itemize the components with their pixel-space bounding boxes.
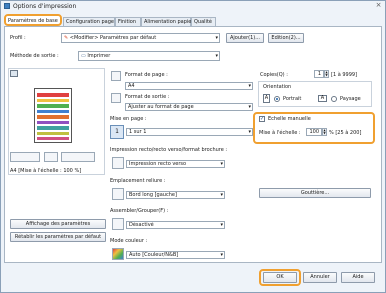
output-format-label: Format de sortie :	[125, 94, 170, 100]
tab-quality[interactable]: Qualité	[191, 17, 216, 26]
profile-label: Profil :	[10, 35, 26, 41]
chevron-down-icon: ▾	[215, 53, 218, 59]
tab-basic-settings[interactable]: Paramètres de base	[4, 14, 62, 26]
layout-icon: 1	[110, 125, 124, 139]
edit-profile-button[interactable]: Edition(2)...	[268, 33, 304, 43]
preview-punch-icon[interactable]	[44, 152, 58, 162]
landscape-radio[interactable]	[331, 96, 337, 102]
page-size-icon	[111, 71, 121, 81]
chevron-down-icon: ▾	[248, 104, 251, 110]
orientation-label: Orientation	[263, 84, 292, 90]
gutter-button[interactable]: Gouttière...	[259, 188, 371, 198]
landscape-label: Paysage	[340, 96, 361, 102]
chevron-down-icon: ▾	[220, 222, 223, 228]
tab-paper-source[interactable]: Alimentation papier	[141, 17, 193, 26]
printer-app-icon	[4, 3, 10, 9]
help-button[interactable]: Aide	[341, 272, 375, 283]
portrait-icon: A	[263, 94, 270, 103]
page-format-value: A4	[128, 83, 135, 89]
layout-label: Mise en page :	[110, 116, 147, 122]
manual-scale-label: Echelle manuelle	[268, 116, 311, 122]
duplex-select[interactable]: Impression recto verso ▾	[126, 160, 225, 168]
page-format-select[interactable]: A4 ▾	[125, 82, 253, 90]
scale-range: % [25 à 200]	[329, 130, 362, 136]
output-method-select[interactable]: ▭ Imprimer ▾	[78, 51, 220, 61]
scale-label: Mise à l'échelle :	[259, 130, 301, 136]
cancel-button[interactable]: Annuler	[303, 272, 337, 283]
duplex-label: Impression recto/recto verso/format broc…	[110, 147, 228, 153]
printer-icon: ▭	[81, 53, 86, 59]
layout-select[interactable]: 1 sur 1 ▾	[126, 128, 253, 136]
chevron-down-icon: ▾	[220, 192, 223, 198]
scale-input[interactable]: 100	[306, 128, 322, 136]
profile-select[interactable]: ✎ <Modifier> Paramètres par défaut ▾	[61, 33, 220, 43]
copies-range: [1 à 9999]	[331, 72, 358, 78]
add-profile-button[interactable]: Ajouter(1)...	[226, 33, 264, 43]
chevron-down-icon: ▾	[248, 83, 251, 89]
pencil-icon: ✎	[64, 35, 69, 41]
copies-stepper[interactable]: ▲ ▼	[324, 70, 329, 78]
copies-input[interactable]: 1	[314, 70, 324, 78]
show-settings-button[interactable]: Affichage des paramètres	[10, 219, 106, 229]
color-mode-icon	[112, 248, 124, 260]
preview-stapling-icon[interactable]	[10, 152, 40, 162]
tab-finishing[interactable]: Finition	[115, 17, 141, 26]
chevron-down-icon: ▾	[215, 35, 218, 41]
output-size-icon	[111, 93, 121, 103]
portrait-label: Portrait	[283, 96, 302, 102]
chevron-down-icon: ▾	[220, 252, 223, 258]
close-icon[interactable]: ×	[373, 1, 384, 10]
page-format-label: Format de page :	[125, 72, 168, 78]
scale-stepper[interactable]: ▲ ▼	[322, 128, 327, 136]
output-method-label: Méthode de sortie :	[10, 53, 59, 59]
window-title: Options d'impression	[13, 3, 77, 10]
tab-strip: Paramètres de base Configuration page Fi…	[4, 14, 382, 26]
profile-value: <Modifier> Paramètres par défaut	[69, 35, 157, 41]
chevron-down-icon: ▾	[220, 161, 223, 167]
copies-label: Copies(Q) :	[260, 72, 288, 78]
binding-select[interactable]: Bord long [gauche] ▾	[126, 191, 225, 199]
restore-defaults-button[interactable]: Rétablir les paramètres par défaut	[10, 232, 106, 242]
collate-value: Désactivé	[129, 222, 154, 228]
chevron-down-icon: ▾	[248, 129, 251, 135]
binding-value: Bord long [gauche]	[129, 192, 177, 198]
output-method-value: Imprimer	[87, 53, 111, 59]
output-format-value: Ajuster au format de page	[128, 104, 194, 110]
collate-label: Assembler/Grouper(F) :	[110, 208, 169, 214]
output-format-select[interactable]: Ajuster au format de page ▾	[125, 103, 253, 111]
ok-button[interactable]: OK	[263, 272, 297, 283]
color-mode-value: Auto [Couleur/N&B]	[129, 252, 179, 258]
tab-page-setup[interactable]: Configuration page	[63, 17, 115, 26]
landscape-icon: A	[318, 95, 327, 102]
binding-label: Emplacement reliure :	[110, 178, 166, 184]
collate-select[interactable]: Désactivé ▾	[126, 221, 225, 229]
preview-page	[34, 88, 72, 143]
duplex-value: Impression recto verso	[129, 161, 187, 167]
preview-mode-icon[interactable]	[10, 70, 18, 77]
layout-value: 1 sur 1	[129, 129, 147, 135]
preview-caption: A4 [Mise à l'échelle : 100 %]	[10, 168, 82, 174]
color-mode-select[interactable]: Auto [Couleur/N&B] ▾	[126, 251, 225, 259]
duplex-icon	[112, 157, 124, 169]
preview-booklet-icon[interactable]	[61, 152, 95, 162]
color-mode-label: Mode couleur :	[110, 238, 148, 244]
binding-icon	[112, 188, 124, 200]
manual-scale-checkbox[interactable]: ✓	[259, 116, 265, 122]
collate-icon	[112, 218, 124, 230]
portrait-radio[interactable]	[274, 96, 280, 102]
